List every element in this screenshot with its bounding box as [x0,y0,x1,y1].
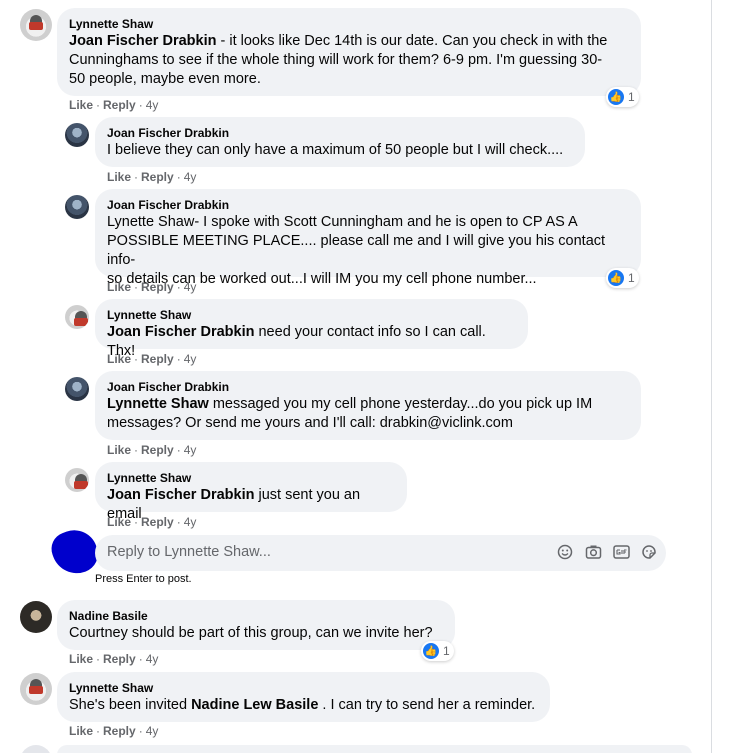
reply-link[interactable]: Reply [103,98,136,112]
timestamp[interactable]: 4y [146,652,159,666]
timestamp[interactable]: 4y [146,724,159,738]
comment-author[interactable]: Lynnette Shaw [69,16,629,32]
comment-bubble: Joan Fischer Drabkin I believe they can … [95,117,585,167]
comment-actions: Like · Reply · 4y [107,443,197,457]
comment-author[interactable]: Lynnette Shaw [107,307,516,323]
mention-link[interactable]: Joan Fischer Drabkin [69,33,216,49]
timestamp[interactable]: 4y [184,515,197,529]
comment-actions: Like · Reply · 4y [107,515,197,529]
scroll-divider [711,0,712,753]
avatar[interactable] [20,601,52,633]
thumbs-up-icon: 👍 [423,643,439,659]
comment-bubble: Joan Fischer Drabkin Lynnette Shaw messa… [95,371,641,440]
reply-link[interactable]: Reply [141,515,174,529]
avatar[interactable] [65,123,89,147]
timestamp[interactable]: 4y [146,98,159,112]
reaction-count[interactable]: 👍 1 [606,87,639,107]
reply-link[interactable]: Reply [103,724,136,738]
reaction-count[interactable]: 👍 1 [421,641,454,661]
mention-link[interactable]: Lynnette Shaw [107,396,209,412]
comment-actions: Like · Reply · 4y [69,98,159,112]
avatar[interactable] [20,673,52,705]
timestamp[interactable]: 4y [184,280,197,294]
comment-author[interactable]: Lynnette Shaw [107,470,395,486]
comment-bubble: Lynnette Shaw Joan Fischer Drabkin need … [95,299,528,359]
comment-text: Lynette Shaw- I spoke with Scott Cunning… [107,214,606,287]
reply-input[interactable]: Reply to Lynnette Shaw... [107,544,271,560]
like-link[interactable]: Like [107,352,131,366]
comment-bubble: Lynnette Shaw Joan Fischer Drabkin just … [95,462,407,522]
comment-bubble: Lynnette Shaw She's been invited Nadine … [57,672,550,722]
reply-link[interactable]: Reply [141,280,174,294]
comment-bubble: Lynnette Shaw Joan Fischer Drabkin - it … [57,8,641,96]
timestamp[interactable]: 4y [184,443,197,457]
mention-link[interactable]: Joan Fischer Drabkin [107,487,254,503]
reply-link[interactable]: Reply [103,652,136,666]
comment-bubble [57,745,692,753]
comment-bubble: Joan Fischer Drabkin Lynette Shaw- I spo… [95,189,641,287]
sticker-icon[interactable] [640,543,658,561]
like-link[interactable]: Like [107,280,131,294]
avatar[interactable] [20,9,52,41]
reply-link[interactable]: Reply [141,443,174,457]
comment-actions: Like · Reply · 4y [69,724,159,738]
comment-text: Lynnette Shaw messaged you my cell phone… [107,396,593,431]
thumbs-up-icon: 👍 [608,270,624,286]
comment-author[interactable]: Joan Fischer Drabkin [107,125,573,141]
avatar[interactable] [20,745,52,753]
comment-actions: Like · Reply · 4y [107,170,197,184]
timestamp[interactable]: 4y [184,352,197,366]
timestamp[interactable]: 4y [184,170,197,184]
comment-text: Courtney should be part of this group, c… [69,625,433,641]
mention-link[interactable]: Joan Fischer Drabkin [107,324,254,340]
comment-author[interactable]: Joan Fischer Drabkin [107,379,629,395]
reply-link[interactable]: Reply [141,352,174,366]
reply-box[interactable]: Reply to Lynnette Shaw... [95,535,666,571]
post-hint: Press Enter to post. [95,573,192,585]
like-link[interactable]: Like [107,443,131,457]
gif-icon[interactable] [612,543,630,561]
comment-text: I believe they can only have a maximum o… [107,142,564,158]
comment-author[interactable]: Joan Fischer Drabkin [107,197,629,213]
comment-author[interactable]: Lynnette Shaw [69,680,538,696]
reply-link[interactable]: Reply [141,170,174,184]
emoji-icon[interactable] [556,543,574,561]
avatar[interactable] [65,305,89,329]
avatar[interactable] [65,195,89,219]
comment-text: She's been invited Nadine Lew Basile . I… [69,697,536,713]
comment-text: Joan Fischer Drabkin - it looks like Dec… [69,33,608,87]
like-link[interactable]: Like [107,515,131,529]
comment-actions: Like · Reply · 4y [107,352,197,366]
comment-actions: Like · Reply · 4y [69,652,159,666]
comment-actions: Like · Reply · 4y [107,280,197,294]
avatar[interactable] [65,468,89,492]
reaction-count[interactable]: 👍 1 [606,268,639,288]
comment-bubble: Nadine Basile Courtney should be part of… [57,600,455,650]
camera-icon[interactable] [584,543,602,561]
mention-link[interactable]: Nadine Lew Basile [191,697,318,713]
comment-author[interactable]: Nadine Basile [69,608,443,624]
reply-tools [556,543,658,561]
thumbs-up-icon: 👍 [608,89,624,105]
like-link[interactable]: Like [107,170,131,184]
like-link[interactable]: Like [69,98,93,112]
avatar[interactable] [65,377,89,401]
like-link[interactable]: Like [69,724,93,738]
like-link[interactable]: Like [69,652,93,666]
